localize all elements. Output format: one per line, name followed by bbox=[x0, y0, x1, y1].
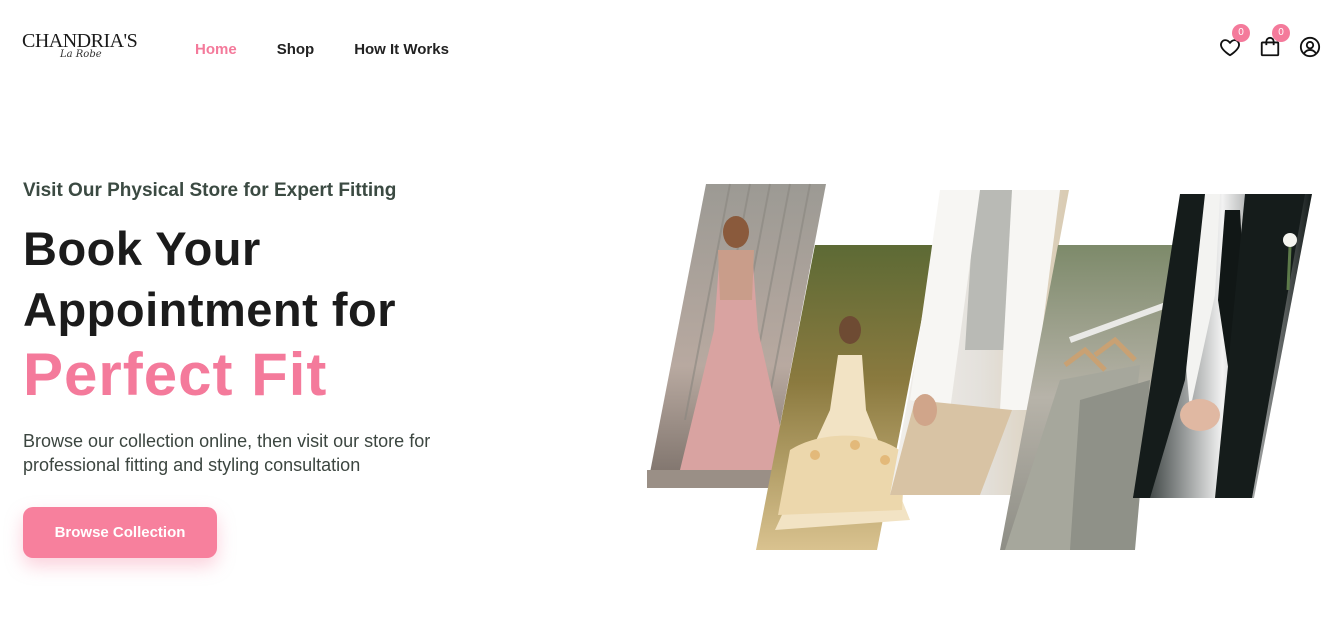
cart-button[interactable]: 0 bbox=[1259, 24, 1290, 58]
hero-title-line2: Appointment for bbox=[23, 283, 396, 336]
site-header: CHANDRIA'S La Robe Home Shop How It Work… bbox=[0, 0, 1341, 100]
hero-title-line1: Book Your bbox=[23, 222, 261, 275]
brand-logo[interactable]: CHANDRIA'S La Robe bbox=[22, 30, 140, 66]
user-circle-icon bbox=[1299, 36, 1321, 58]
main-nav: Home Shop How It Works bbox=[195, 41, 449, 58]
nav-item-shop[interactable]: Shop bbox=[277, 41, 315, 58]
collage-svg bbox=[647, 183, 1312, 550]
nav-item-how-it-works[interactable]: How It Works bbox=[354, 41, 449, 58]
nav-item-home[interactable]: Home bbox=[195, 41, 237, 58]
cart-count-badge: 0 bbox=[1272, 24, 1290, 42]
wishlist-count-badge: 0 bbox=[1232, 24, 1250, 42]
hero-photo-collage bbox=[640, 180, 1330, 560]
account-button[interactable] bbox=[1299, 36, 1321, 58]
hero-title: Book Your Appointment for bbox=[23, 218, 396, 340]
header-actions: 0 0 bbox=[1219, 24, 1321, 58]
hero-description: Browse our collection online, then visit… bbox=[23, 431, 431, 475]
hero-title-accent: Perfect Fit bbox=[23, 341, 328, 408]
wishlist-button[interactable]: 0 bbox=[1219, 24, 1250, 58]
hero-eyebrow: Visit Our Physical Store for Expert Fitt… bbox=[23, 180, 397, 201]
collage-photo-5 bbox=[1133, 194, 1312, 498]
browse-collection-button[interactable]: Browse Collection bbox=[23, 507, 217, 558]
brand-tagline: La Robe bbox=[60, 49, 102, 60]
